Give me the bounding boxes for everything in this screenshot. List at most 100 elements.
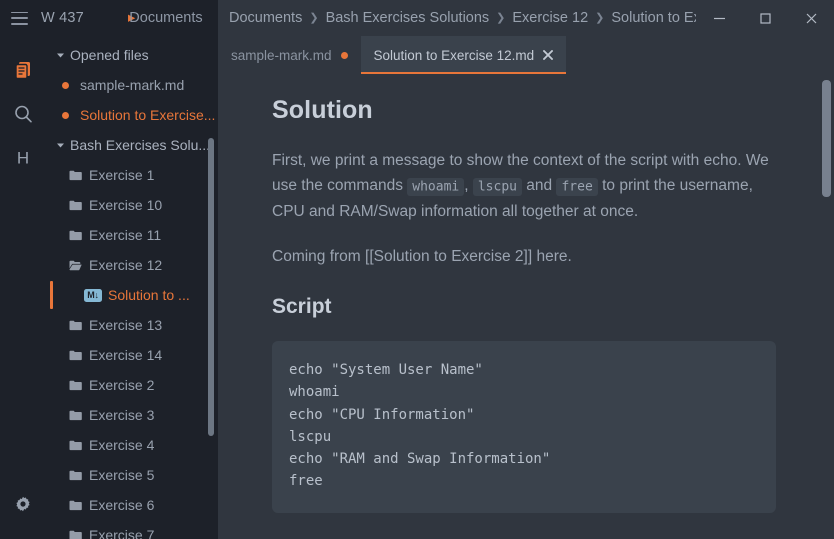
tree-item-exercise-4[interactable]: Exercise 4	[46, 430, 218, 460]
activity-item-settings[interactable]	[0, 483, 46, 527]
folder-icon	[69, 440, 82, 451]
tree-item-exercise-10[interactable]: Exercise 10	[46, 190, 218, 220]
folder-icon	[69, 410, 82, 421]
breadcrumb-clipped: ▸ Documents	[128, 0, 218, 36]
tree-item-label: Exercise 1	[89, 167, 154, 183]
title-bar: W 437 ▸ Documents Documents ❯ Bash Exerc…	[0, 0, 834, 36]
window-controls	[696, 0, 834, 36]
breadcrumb-item-documents[interactable]: Documents	[229, 10, 302, 26]
breadcrumb-item-bash-exercises-solutions[interactable]: Bash Exercises Solutions	[326, 10, 490, 26]
activity-item-search[interactable]	[0, 92, 46, 136]
tree-item-label: Solution to ...	[108, 287, 190, 303]
tree-item-exercise-12[interactable]: Exercise 12	[46, 250, 218, 280]
tree-item-exercise-13[interactable]: Exercise 13	[46, 310, 218, 340]
activity-item-files[interactable]	[0, 48, 46, 92]
folder-icon	[69, 200, 82, 211]
tree-item-label: Exercise 5	[89, 467, 154, 483]
tree-item-label: Exercise 10	[89, 197, 162, 213]
tab-sample-mark[interactable]: sample-mark.md	[218, 36, 361, 74]
activity-bar: H	[0, 36, 46, 539]
paragraph-intro: First, we print a message to show the co…	[272, 148, 776, 224]
svg-text:H: H	[17, 149, 29, 168]
folder-icon	[69, 320, 82, 331]
tab-close-icon[interactable]	[543, 50, 553, 60]
markdown-file-icon: M↓	[84, 289, 102, 302]
maximize-button[interactable]	[742, 0, 788, 36]
opened-file-solution[interactable]: Solution to Exercise...	[46, 100, 218, 130]
tree-item-exercise-5[interactable]: Exercise 5	[46, 460, 218, 490]
tab-label: sample-mark.md	[231, 48, 332, 63]
tab-label: Solution to Exercise 12.md	[374, 48, 535, 63]
chevron-right-icon: ❯	[309, 13, 318, 24]
tree-item-exercise-14[interactable]: Exercise 14	[46, 340, 218, 370]
tree-item-exercise-3[interactable]: Exercise 3	[46, 400, 218, 430]
tree-item-label: Exercise 12	[89, 257, 162, 273]
explorer-scrollbar[interactable]	[208, 138, 214, 436]
tree-item-exercise-2[interactable]: Exercise 2	[46, 370, 218, 400]
tree-item-label: Exercise 11	[89, 227, 161, 243]
paragraph-coming-from: Coming from [[Solution to Exercise 2]] h…	[272, 244, 776, 269]
folder-open-icon	[69, 260, 82, 271]
explorer-panel[interactable]: Opened files sample-mark.md Solution to …	[46, 36, 218, 539]
hamburger-icon[interactable]	[11, 12, 28, 25]
opened-file-sample-mark[interactable]: sample-mark.md	[46, 70, 218, 100]
opened-file-label: Solution to Exercise...	[80, 107, 215, 123]
breadcrumb-item-exercise-12[interactable]: Exercise 12	[512, 10, 588, 26]
breadcrumb: Documents ❯ Bash Exercises Solutions ❯ E…	[229, 10, 696, 26]
tree-item-label: Exercise 2	[89, 377, 154, 393]
tree-item-label: Exercise 4	[89, 437, 154, 453]
heading-script: Script	[272, 295, 776, 319]
inline-code-free: free	[556, 178, 597, 196]
inline-code-lscpu: lscpu	[473, 178, 522, 196]
minimize-button[interactable]	[696, 0, 742, 36]
opened-file-label: sample-mark.md	[80, 77, 184, 93]
tab-bar: sample-mark.md Solution to Exercise 12.m…	[218, 36, 834, 74]
folder-icon	[69, 170, 82, 181]
title-bar-right: Documents ❯ Bash Exercises Solutions ❯ E…	[218, 0, 834, 36]
folder-icon	[69, 530, 82, 539]
editor-area: sample-mark.md Solution to Exercise 12.m…	[218, 36, 834, 539]
document-view[interactable]: Solution First, we print a message to sh…	[218, 74, 834, 539]
folder-icon	[69, 350, 82, 361]
folder-icon	[69, 380, 82, 391]
tree-item-exercise-6[interactable]: Exercise 6	[46, 490, 218, 520]
breadcrumb-clipped-label: Documents	[129, 10, 202, 26]
tree-item-label: Exercise 14	[89, 347, 162, 363]
paragraph-text-part: and	[522, 177, 556, 194]
tab-solution-to-exercise-12[interactable]: Solution to Exercise 12.md	[361, 36, 567, 74]
tree-item-label: Exercise 3	[89, 407, 154, 423]
chevron-right-icon: ❯	[496, 13, 505, 24]
explorer-section-label: Bash Exercises Solu...	[70, 137, 210, 153]
editor-scrollbar[interactable]	[822, 80, 831, 197]
tree-item-label: Exercise 6	[89, 497, 154, 513]
chevron-down-icon	[54, 141, 67, 150]
title-bar-left: W 437 ▸ Documents	[0, 0, 218, 36]
explorer-section-bash-exercises[interactable]: Bash Exercises Solu...	[46, 130, 218, 160]
chevron-right-icon: ❯	[595, 13, 604, 24]
folder-icon	[69, 500, 82, 511]
tree-item-exercise-7[interactable]: Exercise 7	[46, 520, 218, 539]
tree-item-exercise-1[interactable]: Exercise 1	[46, 160, 218, 190]
dirty-dot-icon	[62, 112, 69, 119]
window-title: W 437	[41, 10, 84, 26]
close-button[interactable]	[788, 0, 834, 36]
inline-code-whoami: whoami	[407, 178, 464, 196]
chevron-down-icon	[54, 51, 67, 60]
heading-solution: Solution	[272, 96, 776, 125]
unsaved-indicator-icon	[341, 52, 348, 59]
app-body: H Opened files sample-mark.md	[0, 36, 834, 539]
paragraph-text-part: ,	[464, 177, 473, 194]
explorer-section-opened-files[interactable]: Opened files	[46, 40, 218, 70]
breadcrumb-item-file[interactable]: Solution to Exercise 12.md	[611, 10, 696, 26]
selection-indicator	[50, 281, 53, 309]
code-block-script: echo "System User Name" whoami echo "CPU…	[272, 341, 776, 513]
folder-icon	[69, 230, 82, 241]
folder-icon	[69, 470, 82, 481]
explorer-section-label: Opened files	[70, 47, 149, 63]
activity-item-headings[interactable]: H	[0, 136, 46, 180]
app-window: W 437 ▸ Documents Documents ❯ Bash Exerc…	[0, 0, 834, 539]
dirty-dot-icon	[62, 82, 69, 89]
tree-item-exercise-11[interactable]: Exercise 11	[46, 220, 218, 250]
tree-item-label: Exercise 7	[89, 527, 154, 539]
tree-item-solution-to-exercise[interactable]: M↓ Solution to ...	[46, 280, 218, 310]
